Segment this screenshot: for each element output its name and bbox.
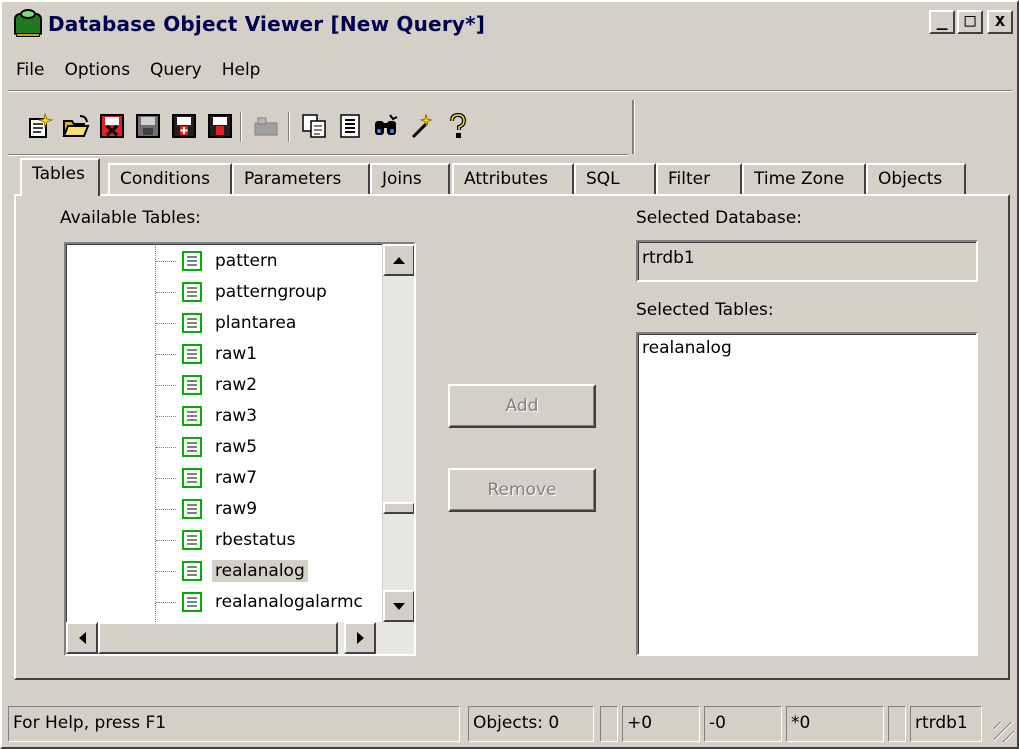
save-as-icon[interactable] <box>170 112 198 140</box>
status-objects-count: Objects: 0 <box>468 706 594 742</box>
toolbar-separator <box>240 112 242 142</box>
table-icon <box>182 592 202 612</box>
table-icon <box>182 344 202 364</box>
arrow-up-icon <box>393 256 405 264</box>
table-icon <box>182 561 202 581</box>
table-icon <box>182 437 202 457</box>
status-bar: For Help, press F1 Objects: 0 +0 -0 *0 r… <box>8 706 1016 744</box>
table-icon <box>182 468 202 488</box>
copy-icon[interactable] <box>300 112 328 140</box>
window-title: Database Object Viewer [New Query*] <box>48 12 486 36</box>
tab-filter[interactable]: Filter <box>656 163 742 194</box>
tab-parameters[interactable]: Parameters <box>232 163 370 194</box>
tree-horizontal-scrollbar[interactable] <box>66 622 414 654</box>
database-app-icon <box>12 9 44 39</box>
save-all-icon[interactable] <box>206 112 234 140</box>
tree-vertical-scrollbar[interactable] <box>382 244 414 622</box>
toolbar-separator <box>288 112 290 142</box>
scroll-thumb[interactable] <box>383 502 414 514</box>
status-blank-pane <box>888 706 906 742</box>
maximize-button[interactable]: □ <box>957 10 983 34</box>
table-icon <box>182 251 202 271</box>
table-icon <box>182 375 202 395</box>
save-icon[interactable] <box>134 112 162 140</box>
scroll-left-button[interactable] <box>66 622 98 654</box>
menu-divider <box>8 90 1012 92</box>
add-button[interactable]: Add <box>448 384 596 428</box>
selected-database-field: rtrdb1 <box>636 240 978 282</box>
scroll-up-button[interactable] <box>383 244 414 276</box>
scroll-right-button[interactable] <box>344 622 376 654</box>
list-icon[interactable] <box>336 112 364 140</box>
open-folder-icon[interactable] <box>62 112 90 140</box>
status-plus-count: +0 <box>622 706 700 742</box>
status-help-text: For Help, press F1 <box>8 706 460 742</box>
selected-database-label: Selected Database: <box>636 208 802 228</box>
tab-attributes[interactable]: Attributes <box>452 163 574 194</box>
available-tables-tree[interactable]: pattern patterngroup plantarea raw1 raw2… <box>64 242 416 656</box>
status-database: rtrdb1 <box>910 706 982 742</box>
delete-icon[interactable] <box>98 112 126 140</box>
remove-button[interactable]: Remove <box>448 468 596 512</box>
title-bar[interactable]: Database Object Viewer [New Query*] _ □ … <box>6 6 1017 42</box>
app-window: Database Object Viewer [New Query*] _ □ … <box>0 0 1019 749</box>
arrow-right-icon <box>356 632 364 644</box>
tab-joins[interactable]: Joins <box>370 163 450 194</box>
help-icon[interactable] <box>444 112 472 140</box>
status-minus-count: -0 <box>704 706 782 742</box>
menu-options[interactable]: Options <box>54 60 140 80</box>
close-button[interactable]: x <box>987 10 1013 34</box>
table-icon <box>182 282 202 302</box>
scroll-down-button[interactable] <box>383 590 414 622</box>
tab-conditions[interactable]: Conditions <box>108 163 232 194</box>
available-tables-label: Available Tables: <box>60 208 201 228</box>
status-blank-pane <box>600 706 618 742</box>
arrow-left-icon <box>78 632 86 644</box>
disabled-icon <box>252 112 280 140</box>
selected-tables-list[interactable]: realanalog <box>636 332 978 656</box>
tree-connector <box>155 244 156 654</box>
selected-tables-label: Selected Tables: <box>636 300 774 320</box>
toolbar <box>8 98 1012 154</box>
list-item[interactable]: realanalog <box>642 338 972 358</box>
table-icon <box>182 406 202 426</box>
table-icon <box>182 499 202 519</box>
table-icon <box>182 313 202 333</box>
table-icon <box>182 530 202 550</box>
arrow-down-icon <box>393 602 405 610</box>
minimize-button[interactable]: _ <box>929 10 955 34</box>
tab-sql[interactable]: SQL <box>574 163 656 194</box>
find-icon[interactable] <box>372 112 400 140</box>
resize-grip[interactable] <box>994 722 1014 742</box>
menu-file[interactable]: File <box>6 60 54 80</box>
wand-icon[interactable] <box>408 112 436 140</box>
tab-time-zone[interactable]: Time Zone <box>742 163 866 194</box>
tables-panel: Available Tables: pattern patterngroup p… <box>14 194 1010 680</box>
toolbar-divider <box>8 154 628 156</box>
scroll-thumb[interactable] <box>98 622 338 654</box>
tab-objects[interactable]: Objects <box>866 163 966 194</box>
tab-tables[interactable]: Tables <box>20 158 100 196</box>
menu-bar: File Options Query Help <box>6 56 270 84</box>
new-query-icon[interactable] <box>26 112 54 140</box>
menu-help[interactable]: Help <box>212 60 271 80</box>
menu-query[interactable]: Query <box>140 60 212 80</box>
status-star-count: *0 <box>786 706 884 742</box>
